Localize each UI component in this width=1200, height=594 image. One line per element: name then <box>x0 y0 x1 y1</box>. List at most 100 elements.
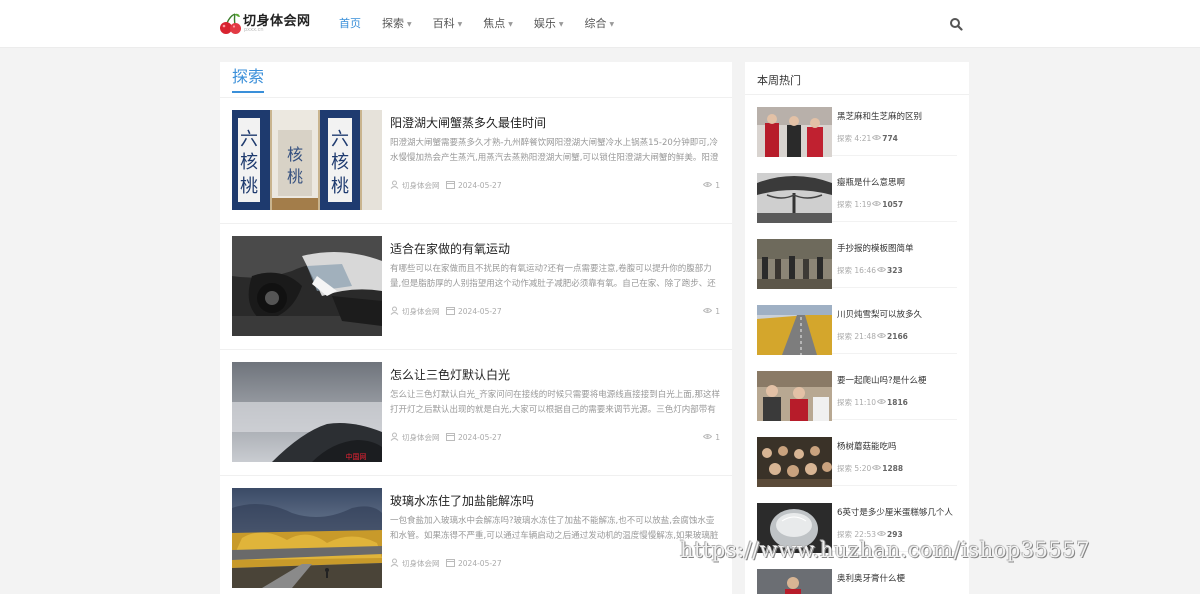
user-icon <box>390 432 399 441</box>
post-views: 1 <box>703 306 720 316</box>
hot-thumbnail[interactable] <box>757 239 832 289</box>
hot-title[interactable]: 瘿瓶是什么意思啊 <box>837 176 905 188</box>
user-icon <box>390 306 399 315</box>
nav-item-label: 探索 <box>382 17 404 30</box>
nav-item-home[interactable]: 首页 <box>339 0 361 48</box>
nav-item-focus[interactable]: 焦点 ▼ <box>483 0 513 48</box>
hot-thumbnail[interactable] <box>757 305 832 355</box>
search-icon <box>950 18 963 31</box>
car-crash-image <box>232 236 382 336</box>
post-meta: 切身体会网 2024-05-27 1 <box>390 306 720 318</box>
hot-item[interactable]: 手抄报的模板图简单 探索 16:46 323 <box>757 228 957 289</box>
hot-category[interactable]: 探索 <box>837 134 852 143</box>
hot-meta: 探索 21:48 2166 <box>837 331 908 342</box>
hot-item[interactable]: 要一起爬山吗?是什么梗 探索 11:10 1816 <box>757 360 957 421</box>
hot-title[interactable]: 杨树蘑菇能吃吗 <box>837 440 897 452</box>
calendar-icon <box>446 433 455 441</box>
post-date-text: 2024-05-27 <box>458 181 502 190</box>
chevron-down-icon: ▼ <box>508 21 513 28</box>
post-author[interactable]: 切身体会网 <box>390 306 440 317</box>
nav-item-explore[interactable]: 探索 ▼ <box>382 0 412 48</box>
svg-text:六: 六 <box>331 129 349 150</box>
hot-category[interactable]: 探索 <box>837 398 852 407</box>
hot-title[interactable]: 6英寸是多少厘米蛋糕够几个人 <box>837 506 953 518</box>
hot-meta: 探索 4:21 774 <box>837 133 898 144</box>
hot-thumbnail[interactable] <box>757 371 832 421</box>
post-author[interactable]: 切身体会网 <box>390 558 440 569</box>
hot-title[interactable]: 黑芝麻和生芝麻的区别 <box>837 110 922 122</box>
eye-icon <box>877 399 887 404</box>
post-title[interactable]: 阳澄湖大闸蟹蒸多久最佳时间 <box>390 114 546 131</box>
nav-item-entertainment[interactable]: 娱乐 ▼ <box>534 0 564 48</box>
site-header: 切身体会网 pxxx.cn 首页 探索 ▼ 百科 ▼ 焦点 ▼ 娱乐 ▼ 综合 ▼ <box>0 0 1200 48</box>
post-author[interactable]: 切身体会网 <box>390 432 440 443</box>
post-date-text: 2024-05-27 <box>458 433 502 442</box>
nav-item-encyclopedia[interactable]: 百科 ▼ <box>433 0 463 48</box>
eye-icon <box>877 531 887 536</box>
hot-views: 1816 <box>887 398 908 407</box>
hot-thumbnail[interactable] <box>757 569 832 594</box>
hot-thumbnail[interactable] <box>757 173 832 223</box>
post-item[interactable]: 六 核 桃 六 核 桃 核 桃 阳澄湖大闸蟹蒸多久最佳时间 阳澄湖大闸蟹需要蒸多… <box>220 98 732 224</box>
hot-item[interactable]: 杨树蘑菇能吃吗 探索 5:20 1288 <box>757 426 957 487</box>
post-excerpt: 阳澄湖大闸蟹需要蒸多久才熟-九州醉餐饮网阳澄湖大闸蟹冷水上锅蒸15-20分钟即可… <box>390 138 719 163</box>
post-item[interactable]: 中国网 怎么让三色灯默认白光 怎么让三色灯默认白光_齐家问问在接线的时候只需要将… <box>220 350 732 476</box>
eye-icon <box>877 267 887 272</box>
hot-views: 2166 <box>887 332 908 341</box>
hot-title[interactable]: 手抄报的模板图简单 <box>837 242 914 254</box>
hot-category[interactable]: 探索 <box>837 332 852 341</box>
hot-thumbnail[interactable] <box>757 437 832 487</box>
search-button[interactable] <box>949 17 963 31</box>
eye-icon <box>877 333 887 338</box>
nav-item-label: 综合 <box>584 17 607 30</box>
eye-icon <box>872 465 882 470</box>
hot-category[interactable]: 探索 <box>837 200 852 209</box>
post-thumbnail[interactable] <box>232 488 382 588</box>
post-title[interactable]: 怎么让三色灯默认白光 <box>390 366 510 383</box>
post-title[interactable]: 玻璃水冻住了加盐能解冻吗 <box>390 492 534 509</box>
site-domain: pxxx.cn <box>244 27 264 33</box>
hot-item[interactable]: 川贝炖雪梨可以放多久 探索 21:48 2166 <box>757 294 957 355</box>
post-author-name: 切身体会网 <box>402 559 440 568</box>
hot-title[interactable]: 川贝炖雪梨可以放多久 <box>837 308 922 320</box>
sidebar-header: 本周热门 <box>745 62 969 95</box>
post-item[interactable]: 适合在家做的有氧运动 有哪些可以在家做而且不扰民的有氧运动?还有一点需要注意,卷… <box>220 224 732 350</box>
hot-category[interactable]: 探索 <box>837 266 852 275</box>
post-date: 2024-05-27 <box>446 558 502 568</box>
post-thumbnail[interactable]: 六 核 桃 六 核 桃 核 桃 <box>232 110 382 210</box>
calendar-icon <box>446 307 455 315</box>
main-nav: 首页 探索 ▼ 百科 ▼ 焦点 ▼ 娱乐 ▼ 综合 ▼ <box>339 0 635 48</box>
hot-title[interactable]: 要一起爬山吗?是什么梗 <box>837 374 927 386</box>
post-views: 1 <box>703 180 720 190</box>
post-title[interactable]: 适合在家做的有氧运动 <box>390 240 510 257</box>
chevron-down-icon: ▼ <box>407 21 412 28</box>
svg-text:六: 六 <box>240 129 258 150</box>
hot-item[interactable]: 奥利奥牙膏什么梗 <box>757 558 957 594</box>
site-logo[interactable]: 切身体会网 pxxx.cn <box>219 9 319 39</box>
post-author[interactable]: 切身体会网 <box>390 180 440 191</box>
post-views-count: 1 <box>715 181 720 190</box>
people-photo-image <box>757 107 832 157</box>
post-date-text: 2024-05-27 <box>458 559 502 568</box>
calendar-icon <box>446 181 455 189</box>
post-date: 2024-05-27 <box>446 432 502 442</box>
nav-item-label: 娱乐 <box>533 17 556 30</box>
post-item[interactable]: 玻璃水冻住了加盐能解冻吗 一包食盐加入玻璃水中会解冻吗?玻璃水冻住了加盐不能解冻… <box>220 476 732 594</box>
post-thumbnail[interactable] <box>232 236 382 336</box>
user-icon <box>390 558 399 567</box>
chevron-down-icon: ▼ <box>558 21 564 28</box>
hot-views: 323 <box>887 266 903 275</box>
post-author-name: 切身体会网 <box>402 433 440 442</box>
hot-time: 1:19 <box>854 200 872 209</box>
nav-item-label: 焦点 <box>483 17 506 30</box>
nav-item-general[interactable]: 综合 ▼ <box>585 0 615 48</box>
hot-thumbnail[interactable] <box>757 107 832 157</box>
section-title: 探索 <box>232 67 265 93</box>
hot-item[interactable]: 瘿瓶是什么意思啊 探索 1:19 1057 <box>757 162 957 223</box>
hot-title[interactable]: 奥利奥牙膏什么梗 <box>837 572 905 584</box>
hot-item[interactable]: 黑芝麻和生芝麻的区别 探索 4:21 774 <box>757 96 957 157</box>
chevron-down-icon: ▼ <box>457 21 463 28</box>
eye-icon <box>872 135 882 140</box>
post-thumbnail[interactable]: 中国网 <box>232 362 382 462</box>
hot-category[interactable]: 探索 <box>837 464 852 473</box>
